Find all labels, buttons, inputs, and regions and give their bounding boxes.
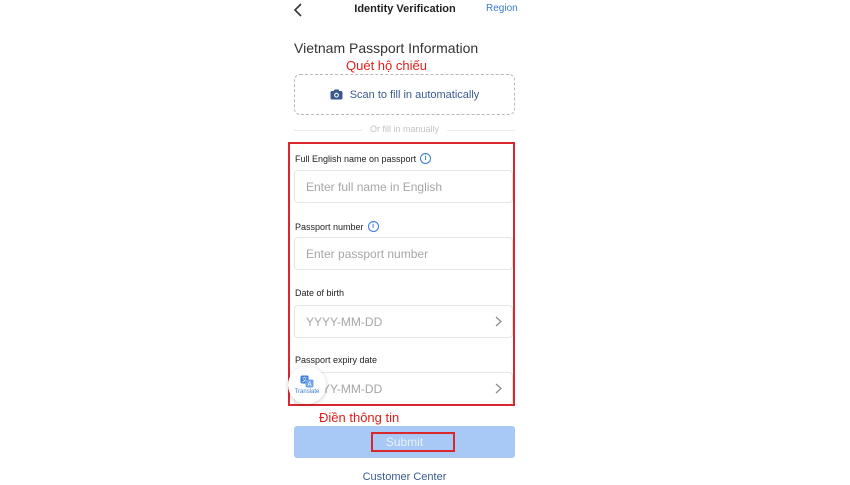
back-button[interactable] (288, 0, 308, 20)
chevron-left-icon (293, 3, 302, 17)
region-link[interactable]: Region (486, 3, 518, 14)
page-title: Vietnam Passport Information (294, 40, 479, 56)
scan-label: Scan to fill in automatically (349, 88, 480, 101)
customer-center-link[interactable]: Customer Center (294, 471, 515, 483)
translate-icon: 文 A (300, 375, 314, 388)
translate-button[interactable]: 文 A Translate (288, 366, 326, 404)
annotation-frame-form (288, 142, 515, 406)
annotation-scan-passport: Quét hộ chiếu (346, 58, 427, 73)
translate-label: Translate (294, 389, 320, 395)
or-fill-manually-text: Or fill in manually (369, 124, 440, 134)
scan-to-fill-button[interactable]: Scan to fill in automatically (294, 74, 515, 115)
annotation-fill-info: Điền thông tin (319, 410, 400, 425)
camera-icon (330, 89, 343, 100)
nav-title: Identity Verification (354, 3, 456, 15)
annotation-frame-submit (371, 432, 455, 452)
